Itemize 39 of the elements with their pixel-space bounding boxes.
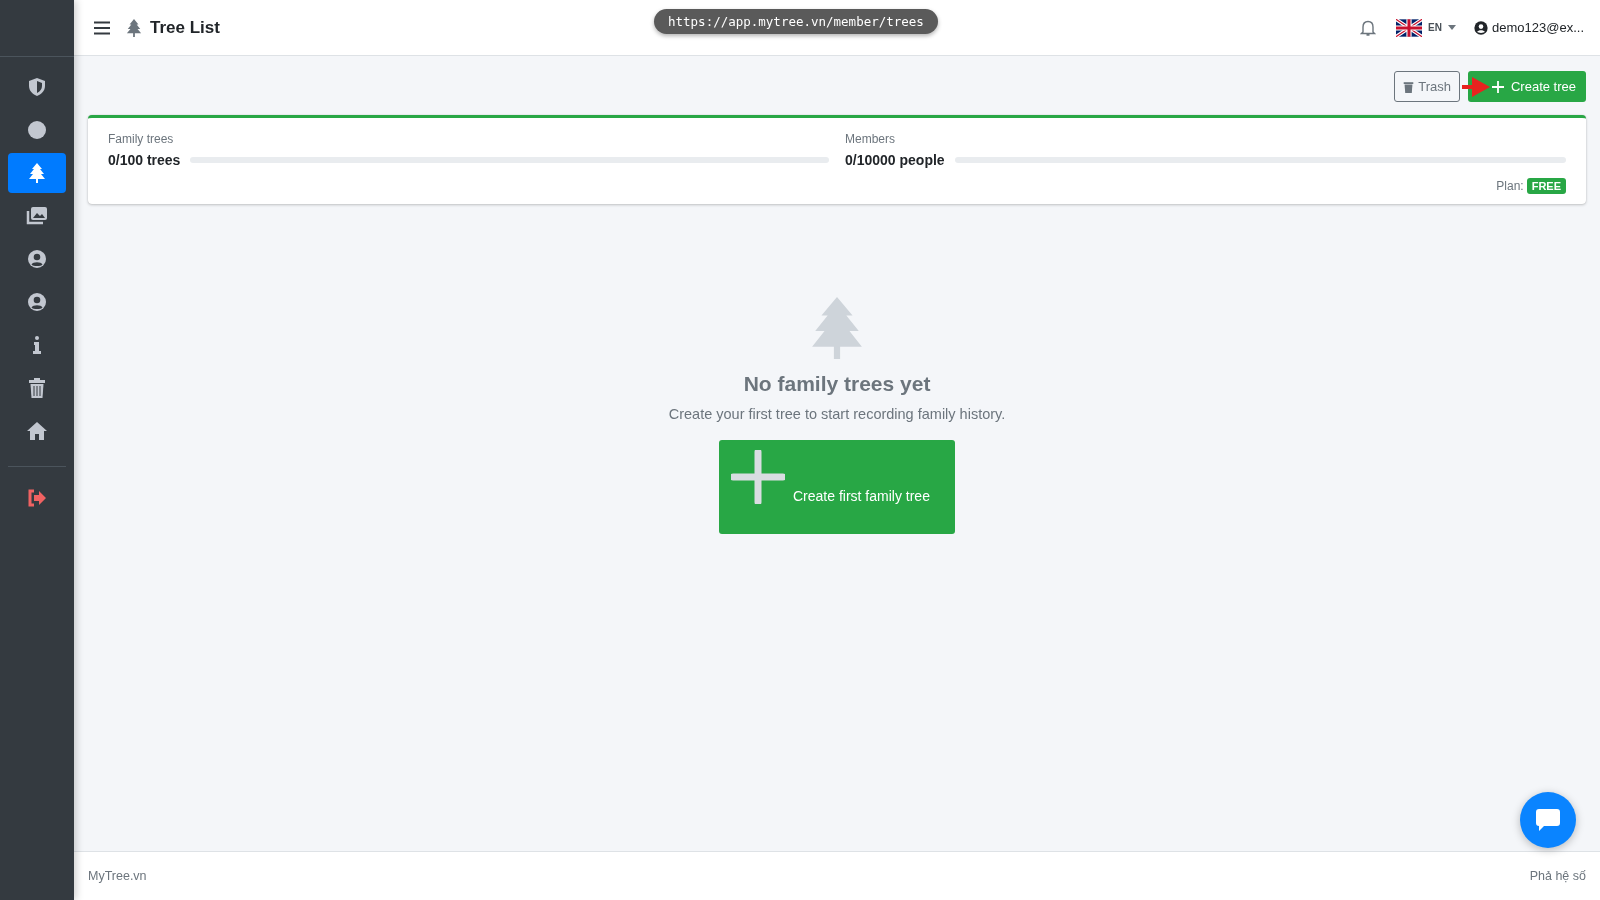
shield-icon <box>27 77 47 97</box>
stat-value: 0/10000 people <box>845 152 945 168</box>
plus-icon <box>731 450 785 504</box>
tree-icon <box>809 296 865 360</box>
tree-icon <box>126 18 142 37</box>
create-first-tree-button[interactable]: Create first family tree <box>719 440 955 534</box>
stat-value: 0/100 trees <box>108 152 181 168</box>
url-pill: https://app.mytree.vn/member/trees <box>654 9 938 34</box>
user-menu[interactable]: demo123@ex... <box>1474 20 1584 35</box>
footer-brand: MyTree.vn <box>88 869 147 883</box>
info-icon <box>32 335 42 355</box>
home-icon <box>26 421 48 441</box>
chat-icon <box>1535 808 1561 832</box>
trash-icon <box>1403 80 1415 93</box>
chat-button[interactable] <box>1520 792 1576 848</box>
plan-label: Plan: <box>1496 179 1524 193</box>
stat-label: Family trees <box>108 132 175 146</box>
empty-title: No family trees yet <box>743 372 931 396</box>
flag-icon <box>1396 18 1423 37</box>
stat-label: Members <box>845 132 896 146</box>
annotation-arrow <box>1462 76 1490 98</box>
plus-icon <box>1491 80 1504 93</box>
caret-icon <box>1448 25 1456 30</box>
circle-icon <box>27 120 47 140</box>
trash-button[interactable]: Trash <box>1394 71 1460 102</box>
sidebar-item[interactable] <box>8 153 66 193</box>
page-title: Tree List <box>150 17 220 38</box>
tree-icon <box>28 163 46 183</box>
user-icon <box>27 249 47 269</box>
plan-badge: FREE <box>1526 178 1566 194</box>
user-icon <box>27 292 47 312</box>
empty-message: Create your first tree to start recording family history. <box>668 406 1006 422</box>
logout-icon <box>27 489 47 507</box>
trash-icon <box>28 378 46 398</box>
language-selector[interactable]: EN <box>1396 18 1456 37</box>
user-icon <box>1474 20 1488 35</box>
create-tree-button[interactable]: Create tree <box>1467 71 1586 102</box>
footer-tagline: Phả hệ số <box>1529 869 1586 883</box>
images-icon <box>26 206 48 226</box>
